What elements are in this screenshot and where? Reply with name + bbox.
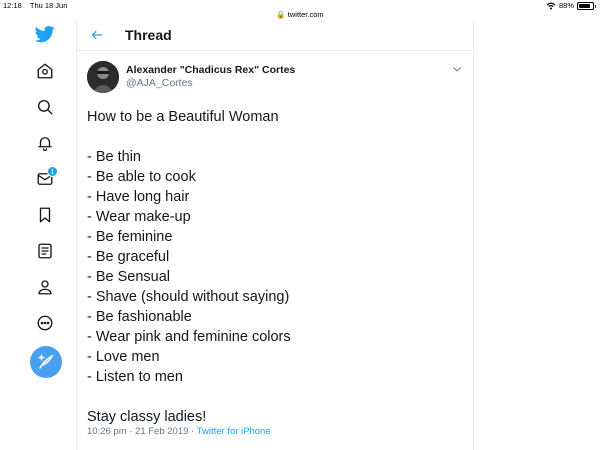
tweet-line: Stay classy ladies! [87,409,207,425]
tweet-menu-button[interactable] [451,62,465,76]
tweet-timestamp[interactable]: 10:26 pm · 21 Feb 2019 · [87,426,197,437]
avatar[interactable] [87,61,119,93]
back-button[interactable] [77,20,117,51]
author-handle[interactable]: @AJA_Cortes [126,77,295,90]
status-date: Thu 18 Jun [29,1,68,10]
envelope-icon[interactable]: 1 [31,165,59,193]
status-left: 12:18 Thu 18 Jun [3,1,67,10]
page-title: Thread [125,27,172,43]
battery-fill [579,3,591,8]
battery-icon [577,1,596,10]
more-icon[interactable] [31,309,59,337]
tweet-line: How to be a Beautiful Woman [87,109,279,125]
home-icon[interactable] [31,57,59,85]
status-right: 88% [546,1,596,10]
author-row: Alexander "Chadicus Rex" Cortes @AJA_Cor… [87,60,463,94]
status-time: 12:18 [3,1,22,10]
tweet-line: - Be feminine [87,229,173,245]
tweet-line: - Wear make-up [87,209,191,225]
tweet-line: - Be fashionable [87,309,192,325]
bookmark-icon[interactable] [31,201,59,229]
tweet-line: - Have long hair [87,189,190,205]
tweet-line: - Be graceful [87,249,170,265]
tweet-line: - Wear pink and feminine colors [87,329,291,345]
profile-icon[interactable] [31,273,59,301]
author-name[interactable]: Alexander "Chadicus Rex" Cortes [126,64,295,77]
compose-icon [38,354,54,369]
tweet: Alexander "Chadicus Rex" Cortes @AJA_Cor… [77,51,473,427]
arrow-left-icon [91,30,103,40]
address-bar[interactable]: 🔒 twitter.com [0,10,600,19]
address-url: twitter.com [287,10,324,19]
notification-badge: 1 [47,166,58,177]
tweet-line: - Be Sensual [87,269,171,285]
tweet-meta: 10:26 pm · 21 Feb 2019 · Twitter for iPh… [87,426,271,437]
author-info: Alexander "Chadicus Rex" Cortes @AJA_Cor… [126,64,295,90]
search-icon[interactable] [31,93,59,121]
lock-icon: 🔒 [276,10,286,19]
tweet-line: - Be able to cook [87,169,196,185]
tweet-source[interactable]: Twitter for iPhone [197,426,271,437]
main-column: Thread Alexander "Chadicus Rex" Cortes @… [76,20,474,450]
tweet-line: - Listen to men [87,369,183,385]
compose-button[interactable] [30,346,62,378]
wifi-icon [546,2,556,9]
thread-header: Thread [77,20,473,51]
tweet-line: - Shave (should without saying) [87,289,290,305]
twitter-logo-icon[interactable] [31,20,59,48]
tweet-line: - Be thin [87,149,141,165]
bell-icon[interactable] [31,129,59,157]
tweet-text: How to be a Beautiful Woman - Be thin - Be… [87,107,463,427]
lists-icon[interactable] [31,237,59,265]
sidebar-nav: 1 [0,20,76,450]
chevron-down-icon [453,67,461,72]
tweet-line: - Love men [87,349,160,365]
battery-percent: 88% [558,1,574,10]
status-bar: 12:18 Thu 18 Jun 🔒 twitter.com 88% [0,0,600,20]
